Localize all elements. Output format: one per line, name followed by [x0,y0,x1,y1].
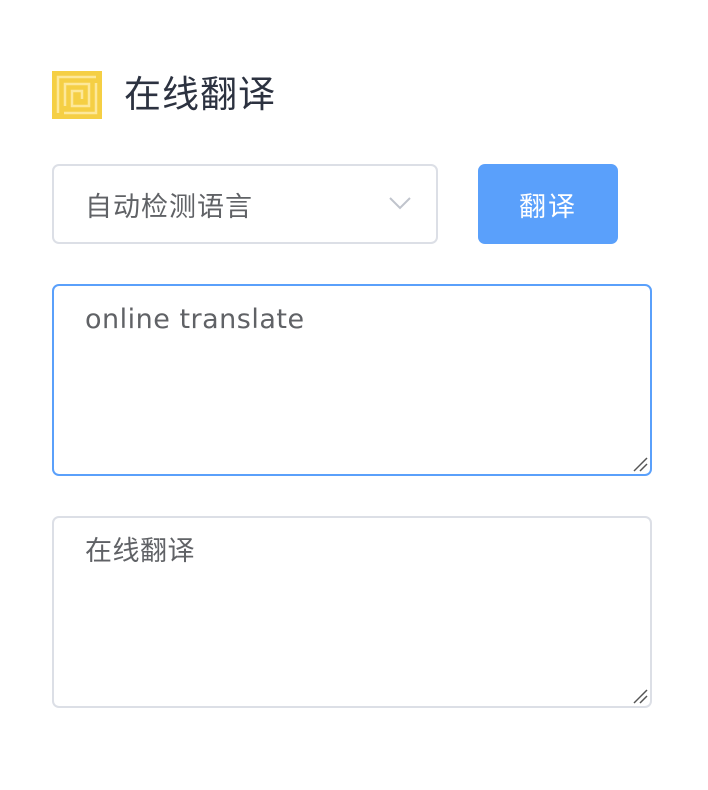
result-text: 在线翻译 [85,536,195,567]
result-text-output[interactable]: 在线翻译 [52,516,652,708]
resize-handle-icon[interactable] [632,688,648,704]
logo-icon [52,71,102,119]
translate-button[interactable]: 翻译 [478,164,618,244]
translate-panel: 在线翻译 自动检测语言 翻译 online translate 在线翻译 [0,0,708,790]
app-title: 在线翻译 [124,73,276,116]
resize-handle-icon[interactable] [632,456,648,472]
language-select-value: 自动检测语言 [85,191,253,223]
chevron-down-icon [389,197,411,210]
language-select[interactable]: 自动检测语言 [52,164,438,244]
source-text-input[interactable]: online translate [52,284,652,476]
header: 在线翻译 [52,70,276,120]
source-text: online translate [85,304,305,335]
